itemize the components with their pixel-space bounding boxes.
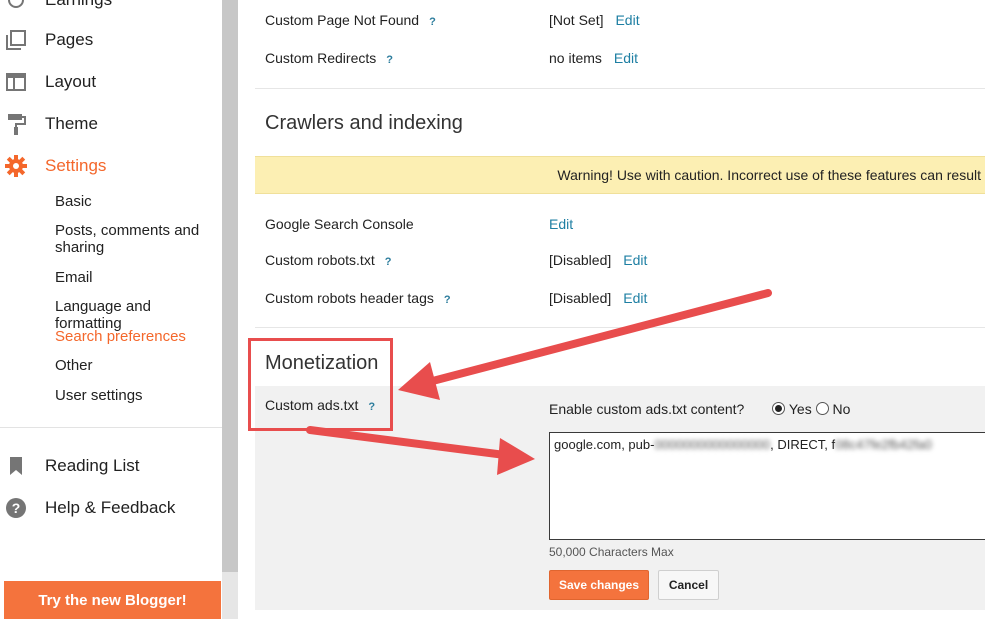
paint-roller-icon — [5, 113, 27, 135]
sidebar-item-label: Help & Feedback — [45, 498, 176, 517]
sub-item-language-formatting[interactable]: Language and formatting — [55, 298, 220, 332]
sub-item-user-settings[interactable]: User settings — [55, 387, 220, 404]
edit-custom-redirects-link[interactable]: Edit — [614, 50, 638, 66]
help-icon[interactable]: ? — [386, 54, 393, 66]
yes-radio[interactable] — [772, 402, 786, 415]
edit-robots-txt-link[interactable]: Edit — [623, 252, 647, 268]
no-radio[interactable] — [815, 402, 829, 415]
sidebar-scrollbar-track[interactable] — [222, 572, 238, 619]
sidebar-item-label: Settings — [45, 156, 107, 175]
help-icon[interactable]: ? — [444, 294, 451, 306]
yes-radio-label: Yes — [788, 401, 812, 417]
sidebar-item-label: Layout — [45, 72, 97, 91]
no-radio-group[interactable]: No — [815, 401, 851, 417]
sub-item-posts-comments-sharing[interactable]: Posts, comments and sharing — [55, 222, 220, 256]
section-divider — [255, 88, 985, 89]
section-divider — [255, 327, 985, 328]
warning-banner: Warning! Use with caution. Incorrect use… — [255, 156, 985, 194]
ads-txt-textarea[interactable]: google.com, pub-0000000000000000, DIRECT… — [549, 432, 985, 540]
enable-ads-txt-row: Enable custom ads.txt content? Yes No — [549, 401, 850, 417]
yes-radio-group[interactable]: Yes — [772, 401, 815, 417]
enable-ads-txt-question: Enable custom ads.txt content? — [549, 401, 745, 417]
help-icon: ? — [5, 497, 27, 519]
cancel-button[interactable]: Cancel — [658, 570, 719, 600]
sub-item-search-preferences[interactable]: Search preferences — [55, 328, 220, 345]
sub-item-basic[interactable]: Basic — [55, 193, 220, 210]
annotation-highlight-box — [248, 338, 393, 431]
sidebar-item-label: Earnings — [45, 0, 112, 10]
custom-robots-header-value: [Disabled] Edit — [549, 290, 648, 306]
gear-icon — [5, 155, 27, 177]
dollar-icon — [5, 0, 27, 11]
sidebar-scrollbar-thumb[interactable] — [222, 0, 238, 572]
sidebar-item-label: Reading List — [45, 456, 140, 475]
sidebar-item-pages[interactable]: Pages — [0, 20, 222, 60]
bookmark-icon — [5, 455, 27, 477]
character-limit-note: 50,000 Characters Max — [549, 545, 674, 559]
help-icon[interactable]: ? — [429, 16, 436, 28]
sidebar-item-label: Theme — [45, 114, 98, 133]
try-new-blogger-button[interactable]: Try the new Blogger! — [4, 581, 221, 619]
sidebar-divider — [0, 427, 222, 428]
no-radio-label: No — [832, 401, 851, 417]
svg-text:?: ? — [12, 500, 21, 516]
custom-page-not-found-value: [Not Set] Edit — [549, 12, 640, 28]
sidebar-item-help-feedback[interactable]: ? Help & Feedback — [0, 488, 222, 528]
custom-robots-txt-label: Custom robots.txt? — [265, 252, 392, 268]
crawlers-section-title: Crawlers and indexing — [265, 112, 463, 134]
edit-search-console-link[interactable]: Edit — [549, 216, 573, 232]
help-icon[interactable]: ? — [385, 256, 392, 268]
sidebar-item-reading-list[interactable]: Reading List — [0, 446, 222, 486]
sidebar-item-layout[interactable]: Layout — [0, 62, 222, 102]
custom-redirects-value: no items Edit — [549, 50, 639, 66]
sidebar-item-theme[interactable]: Theme — [0, 104, 222, 144]
custom-robots-txt-value: [Disabled] Edit — [549, 252, 648, 268]
sidebar-item-earnings[interactable]: Earnings — [0, 0, 222, 20]
blurred-publisher-id: 0000000000000000 — [654, 437, 771, 452]
custom-page-not-found-label: Custom Page Not Found? — [265, 12, 436, 28]
edit-custom-page-not-found-link[interactable]: Edit — [615, 12, 639, 28]
google-search-console-label: Google Search Console — [265, 216, 414, 232]
blurred-cert-id: 08c47fe2fb42fa0 — [835, 437, 933, 452]
sidebar: Earnings Pages Layout Theme — [0, 0, 222, 619]
edit-robots-header-link[interactable]: Edit — [623, 290, 647, 306]
sub-item-email[interactable]: Email — [55, 269, 220, 286]
save-changes-button[interactable]: Save changes — [549, 570, 649, 600]
google-search-console-value: Edit — [549, 216, 573, 232]
pages-icon — [5, 29, 27, 51]
custom-robots-header-label: Custom robots header tags? — [265, 290, 451, 306]
sidebar-item-label: Pages — [45, 30, 94, 49]
layout-icon — [5, 71, 27, 93]
custom-redirects-label: Custom Redirects? — [265, 50, 393, 66]
sub-item-other[interactable]: Other — [55, 357, 220, 374]
sidebar-item-settings[interactable]: Settings — [0, 146, 222, 186]
